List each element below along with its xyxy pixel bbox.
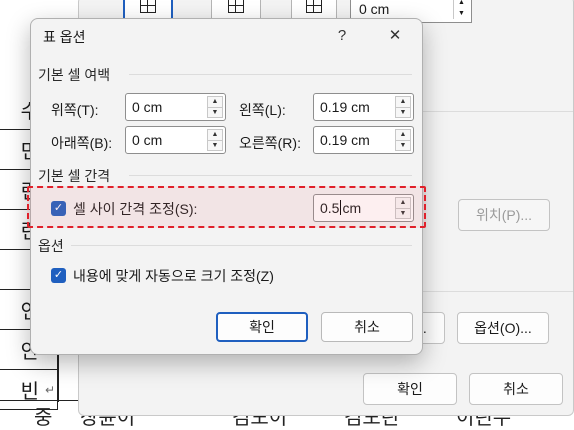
options-button[interactable]: 옵션(O)... — [457, 312, 549, 344]
spinner-arrows: ▲ ▼ — [207, 129, 223, 151]
divider — [129, 175, 412, 176]
table-grid-icon — [306, 0, 322, 13]
arrow-up-icon[interactable]: ▲ — [454, 0, 469, 8]
parent-ok-button[interactable]: 확인 — [363, 373, 457, 405]
arrow-down-icon[interactable]: ▼ — [207, 107, 223, 118]
parent-cancel-button[interactable]: 취소 — [469, 373, 563, 405]
bottom-margin-label: 아래쪽(B): — [51, 135, 113, 151]
arrow-up-icon[interactable]: ▲ — [395, 129, 411, 141]
divider — [71, 245, 412, 246]
spacing-section-label: 기본 셀 간격 — [38, 168, 111, 184]
top-margin-value: 0 cm — [132, 99, 163, 115]
arrow-up-icon[interactable]: ▲ — [395, 96, 411, 108]
close-icon[interactable]: ✕ — [380, 23, 410, 47]
arrow-down-icon[interactable]: ▼ — [395, 140, 411, 151]
options-section-label: 옵션 — [38, 238, 64, 254]
annotation-highlight — [27, 186, 426, 228]
spinner-arrows: ▲ ▼ — [395, 129, 411, 151]
spinner-arrows: ▲ ▼ — [395, 96, 411, 118]
arrow-up-icon[interactable]: ▲ — [207, 96, 223, 108]
top-margin-spinner[interactable]: 0 cm ▲ ▼ — [125, 93, 226, 121]
right-margin-label: 오른쪽(R): — [239, 135, 301, 151]
arrow-down-icon[interactable]: ▼ — [395, 107, 411, 118]
spinner-arrows: ▲ ▼ — [453, 0, 469, 19]
ok-button[interactable]: 확인 — [216, 312, 308, 342]
divider — [129, 74, 412, 75]
paragraph-mark-icon: ↵ — [44, 383, 55, 397]
help-button[interactable]: ? — [327, 23, 357, 47]
table-grid-icon — [228, 0, 244, 13]
checkmark-icon: ✓ — [53, 269, 64, 281]
arrow-down-icon[interactable]: ▼ — [454, 8, 469, 19]
left-margin-spinner[interactable]: 0.19 cm ▲ ▼ — [313, 93, 414, 121]
left-margin-value: 0.19 cm — [320, 99, 370, 115]
bottom-margin-spinner[interactable]: 0 cm ▲ ▼ — [125, 126, 226, 154]
top-margin-label: 위쪽(T): — [51, 102, 99, 118]
indent-value: 0 cm — [359, 1, 390, 17]
arrow-down-icon[interactable]: ▼ — [207, 140, 223, 151]
position-button: 위치(P)... — [458, 199, 550, 231]
bottom-margin-value: 0 cm — [132, 132, 163, 148]
autofit-checkbox[interactable]: ✓ — [51, 268, 66, 283]
margins-section-label: 기본 셀 여백 — [38, 67, 111, 83]
right-margin-spinner[interactable]: 0.19 cm ▲ ▼ — [313, 126, 414, 154]
arrow-up-icon[interactable]: ▲ — [207, 129, 223, 141]
dialog-title: 표 옵션 — [43, 29, 86, 45]
cancel-button[interactable]: 취소 — [321, 312, 413, 342]
spinner-arrows: ▲ ▼ — [207, 96, 223, 118]
right-margin-value: 0.19 cm — [320, 132, 370, 148]
left-margin-label: 왼쪽(L): — [239, 102, 286, 118]
autofit-label[interactable]: 내용에 맞게 자동으로 크기 조정(Z) — [73, 266, 274, 286]
table-grid-icon — [140, 0, 156, 13]
